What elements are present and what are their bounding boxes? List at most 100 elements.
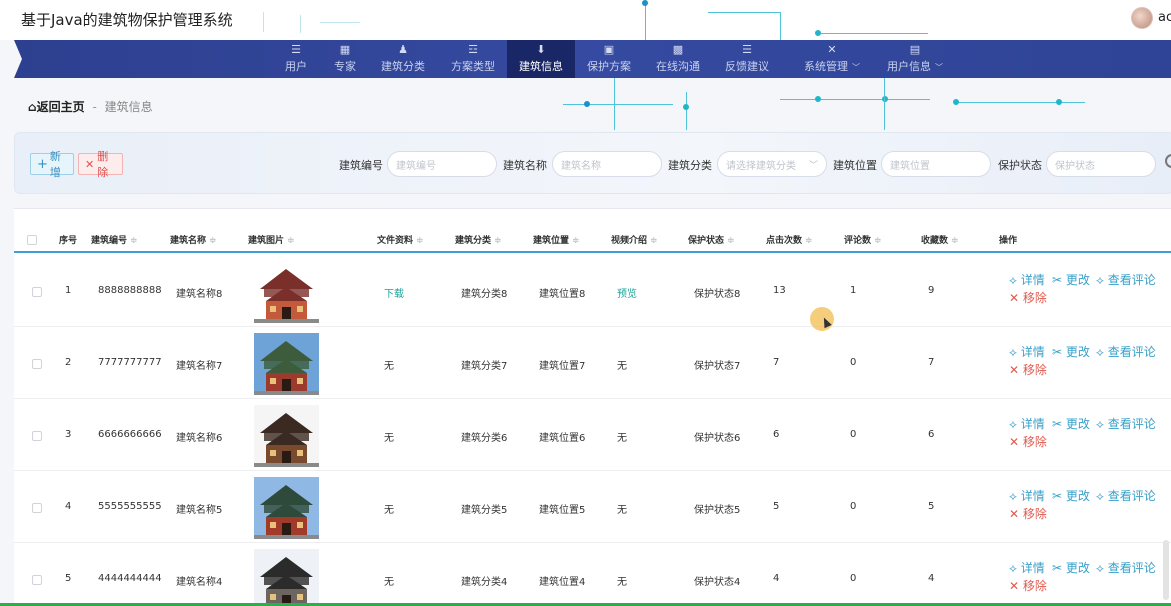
sort-icon: ≑ <box>650 236 658 246</box>
scrollbar[interactable] <box>1163 540 1169 600</box>
remove-button[interactable]: ✕ 移除 <box>1009 433 1047 450</box>
home-icon: ⌂ <box>28 100 37 114</box>
view-comments-button[interactable]: ⟡ 查看评论 <box>1096 487 1156 504</box>
row-checkbox[interactable] <box>32 503 42 513</box>
th-category[interactable]: 建筑分类 ≑ <box>455 233 502 246</box>
th-code[interactable]: 建筑编号 ≑ <box>91 233 138 246</box>
select-all-checkbox[interactable] <box>27 235 37 245</box>
th-video[interactable]: 视频介绍 ≑ <box>611 233 658 246</box>
location-input[interactable]: 建筑位置 <box>881 151 991 177</box>
remove-label: 移除 <box>1022 507 1047 521</box>
nav-protection-plan[interactable]: ▣ 保护方案 <box>582 40 636 78</box>
cell-code: 8888888888 <box>98 285 162 296</box>
cell-status: 保护状态4 <box>694 577 741 588</box>
detail-button[interactable]: ⟡ 详情 <box>1009 487 1045 504</box>
detail-label: 详情 <box>1020 489 1045 503</box>
add-button[interactable]: + 新增 <box>30 150 74 179</box>
edit-button[interactable]: ✂ 更改 <box>1052 559 1090 576</box>
home-link[interactable]: ⌂返回主页 <box>28 100 85 114</box>
cell-index: 4 <box>65 501 72 512</box>
th-favorites[interactable]: 收藏数 ≑ <box>921 233 959 246</box>
building-thumbnail[interactable] <box>254 549 319 606</box>
view-comments-label: 查看评论 <box>1107 417 1156 431</box>
remove-button[interactable]: ✕ 移除 <box>1009 361 1047 378</box>
th-status-label: 保护状态 <box>688 236 725 246</box>
nav-building-category[interactable]: ♟ 建筑分类 <box>376 40 430 78</box>
app-title: 基于Java的建筑物保护管理系统 <box>21 11 233 29</box>
edit-button[interactable]: ✂ 更改 <box>1052 487 1090 504</box>
protection-plan-icon: ▣ <box>603 43 615 56</box>
nav-online-chat[interactable]: ▩ 在线沟通 <box>651 40 705 78</box>
th-name[interactable]: 建筑名称 ≑ <box>170 233 217 246</box>
category-select[interactable]: 请选择建筑分类 ﹀ <box>717 151 827 177</box>
cell-file[interactable]: 下载 <box>384 285 404 300</box>
row-checkbox[interactable] <box>32 431 42 441</box>
close-icon: ✕ <box>85 157 95 171</box>
view-comments-button[interactable]: ⟡ 查看评论 <box>1096 559 1156 576</box>
comments-icon: ⟡ <box>1096 489 1108 503</box>
cell-clicks: 6 <box>773 429 780 440</box>
edit-button[interactable]: ✂ 更改 <box>1052 343 1090 360</box>
view-comments-button[interactable]: ⟡ 查看评论 <box>1096 271 1156 288</box>
th-location[interactable]: 建筑位置 ≑ <box>533 233 580 246</box>
detail-button[interactable]: ⟡ 详情 <box>1009 343 1045 360</box>
nav-user-info[interactable]: ▤ 用户信息 ﹀ <box>878 40 952 78</box>
building-thumbnail[interactable] <box>254 477 319 539</box>
cell-favorites: 9 <box>928 285 935 296</box>
view-comments-button[interactable]: ⟡ 查看评论 <box>1096 343 1156 360</box>
th-status[interactable]: 保护状态 ≑ <box>688 233 735 246</box>
nav-building-info[interactable]: ⬇ 建筑信息 <box>507 40 575 78</box>
table-header: 序号 建筑编号 ≑ 建筑名称 ≑ 建筑图片 ≑ 文件资料 ≑ 建筑分类 ≑ 建筑位置 ≑ 视… <box>14 227 1171 253</box>
nav-users[interactable]: ☰ 用户 <box>280 40 312 78</box>
th-clicks[interactable]: 点击次数 ≑ <box>766 233 813 246</box>
status-input[interactable]: 保护状态 <box>1046 151 1156 177</box>
code-input[interactable]: 建筑编号 <box>387 151 497 177</box>
cell-video: 无 <box>617 361 627 372</box>
delete-button[interactable]: ✕ 删除 <box>78 150 123 179</box>
edit-button[interactable]: ✂ 更改 <box>1052 271 1090 288</box>
search-icon[interactable] <box>1165 154 1171 168</box>
remove-button[interactable]: ✕ 移除 <box>1009 289 1047 306</box>
building-thumbnail[interactable] <box>254 333 319 395</box>
status-label: 保护状态 <box>998 159 1042 172</box>
building-thumbnail[interactable] <box>254 405 319 467</box>
th-image-label: 建筑图片 <box>248 236 285 246</box>
row-checkbox[interactable] <box>32 287 42 297</box>
nav-label: 建筑分类 <box>381 60 425 73</box>
view-comments-button[interactable]: ⟡ 查看评论 <box>1096 415 1156 432</box>
th-file[interactable]: 文件资料 ≑ <box>377 233 424 246</box>
breadcrumb: ⌂返回主页 - 建筑信息 <box>28 98 153 115</box>
row-checkbox[interactable] <box>32 575 42 585</box>
row-checkbox[interactable] <box>32 359 42 369</box>
edit-icon: ✂ <box>1052 417 1066 431</box>
edit-label: 更改 <box>1065 345 1090 359</box>
detail-button[interactable]: ⟡ 详情 <box>1009 271 1045 288</box>
edit-button[interactable]: ✂ 更改 <box>1052 415 1090 432</box>
th-comments[interactable]: 评论数 ≑ <box>844 233 882 246</box>
nav-label: 用户信息 <box>887 60 931 73</box>
nav-experts[interactable]: ▦ 专家 <box>328 40 362 78</box>
system-icon: ✕ <box>827 43 837 56</box>
detail-button[interactable]: ⟡ 详情 <box>1009 559 1045 576</box>
nav-feedback[interactable]: ☰ 反馈建议 <box>720 40 774 78</box>
th-file-label: 文件资料 <box>377 236 414 246</box>
th-image[interactable]: 建筑图片 ≑ <box>248 233 295 246</box>
detail-icon: ⟡ <box>1009 489 1021 503</box>
remove-button[interactable]: ✕ 移除 <box>1009 577 1047 594</box>
th-video-label: 视频介绍 <box>611 236 648 246</box>
username[interactable]: ac <box>1158 10 1171 25</box>
avatar[interactable] <box>1131 7 1153 29</box>
edit-icon: ✂ <box>1052 273 1066 287</box>
remove-label: 移除 <box>1022 435 1047 449</box>
th-code-label: 建筑编号 <box>91 236 128 246</box>
remove-button[interactable]: ✕ 移除 <box>1009 505 1047 522</box>
building-thumbnail[interactable] <box>254 261 319 323</box>
nav-system[interactable]: ✕ 系统管理 ﹀ <box>795 40 869 78</box>
close-icon: ✕ <box>1009 507 1023 521</box>
nav-plan-type[interactable]: ☲ 方案类型 <box>446 40 500 78</box>
name-input[interactable]: 建筑名称 <box>552 151 662 177</box>
detail-button[interactable]: ⟡ 详情 <box>1009 415 1045 432</box>
cell-video[interactable]: 预览 <box>617 285 637 300</box>
detail-icon: ⟡ <box>1009 417 1021 431</box>
nav-label: 反馈建议 <box>725 60 769 73</box>
